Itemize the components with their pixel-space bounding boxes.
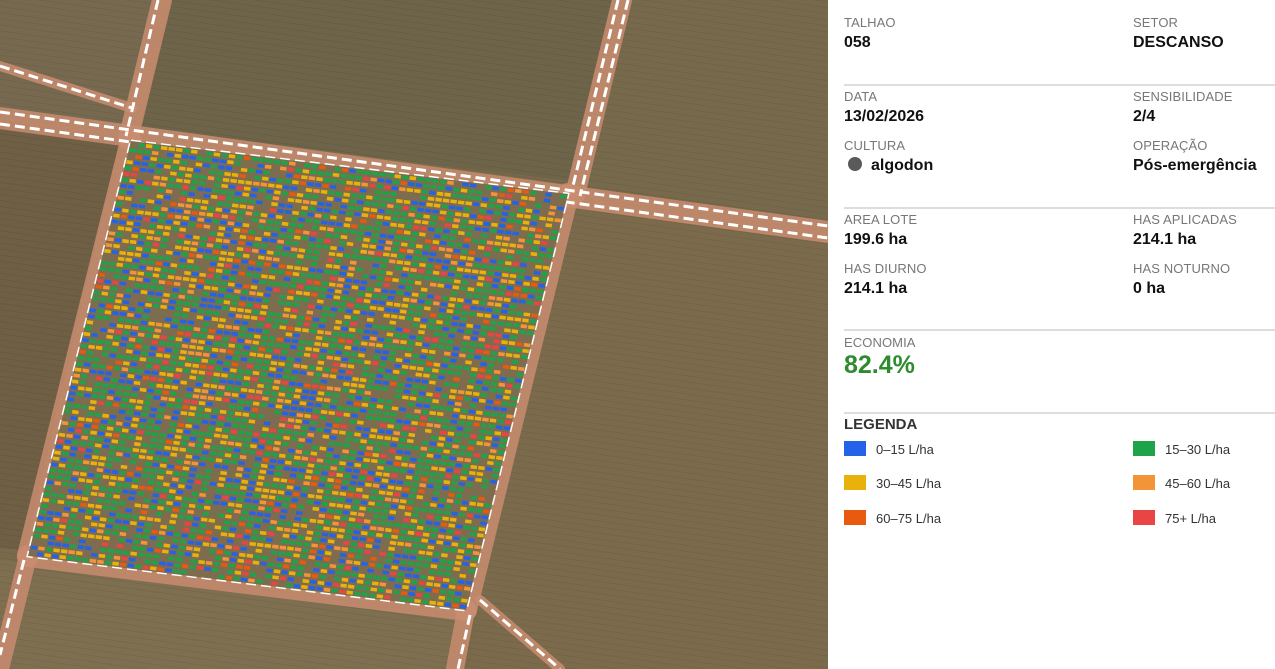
legend-swatch	[844, 475, 866, 490]
legend-swatch	[844, 510, 866, 525]
legend-swatch	[1133, 510, 1155, 525]
satellite-map[interactable]	[0, 0, 828, 669]
economia-label: ECONOMIA	[844, 335, 916, 350]
economia-section: ECONOMIA 82.4%	[844, 335, 1275, 381]
legend-item: 75+ L/ha	[1133, 510, 1216, 527]
legend-item: 0–15 L/ha	[844, 441, 934, 458]
has-noturno-value: 0 ha	[1133, 280, 1166, 297]
legend-item: 45–60 L/ha	[1133, 475, 1230, 492]
operacao-label: OPERAÇÃO	[1133, 138, 1208, 153]
legend-item: 60–75 L/ha	[844, 510, 941, 527]
sensibilidade-field: SENSIBILIDADE 2/4	[1133, 89, 1233, 127]
has-noturno-field: HAS NOTURNO 0 ha	[1133, 261, 1230, 299]
operacao-value: Pós-emergência	[1133, 157, 1257, 174]
has-aplicadas-value: 214.1 ha	[1133, 231, 1197, 248]
legend-label: 0–15 L/ha	[876, 442, 934, 457]
cultura-field: CULTURA algodon	[844, 138, 933, 176]
has-diurno-label: HAS DIURNO	[844, 261, 927, 276]
row-data-sensibilidade: DATA 13/02/2026 SENSIBILIDADE 2/4	[844, 89, 1275, 137]
divider	[844, 84, 1275, 86]
divider	[844, 207, 1275, 209]
legend-label: 15–30 L/ha	[1165, 442, 1231, 457]
has-noturno-label: HAS NOTURNO	[1133, 261, 1231, 276]
has-aplicadas-field: HAS APLICADAS 214.1 ha	[1133, 212, 1237, 250]
talhao-field: TALHAO 058	[844, 15, 896, 53]
divider	[844, 329, 1275, 331]
legend-label: 60–75 L/ha	[876, 511, 942, 526]
economia-value: 82.4%	[844, 351, 915, 379]
legend-item: 30–45 L/ha	[844, 475, 941, 492]
legend-label: 30–45 L/ha	[876, 476, 942, 491]
setor-value: DESCANSO	[1133, 34, 1224, 51]
cultura-label: CULTURA	[844, 138, 906, 153]
cultura-value-wrap: algodon	[844, 156, 933, 176]
legend-swatch	[1133, 441, 1155, 456]
area-lote-field: AREA LOTE 199.6 ha	[844, 212, 917, 250]
divider	[844, 412, 1275, 414]
legend-swatch	[1133, 475, 1155, 490]
area-lote-label: AREA LOTE	[844, 212, 918, 227]
has-diurno-value: 214.1 ha	[844, 280, 908, 297]
crop-color-dot-icon	[848, 157, 862, 171]
row-area-aplicadas: AREA LOTE 199.6 ha HAS APLICADAS 214.1 h…	[844, 212, 1275, 260]
operacao-field: OPERAÇÃO Pós-emergência	[1133, 138, 1257, 176]
legend-label: 75+ L/ha	[1165, 511, 1216, 526]
talhao-label: TALHAO	[844, 15, 896, 30]
data-field: DATA 13/02/2026	[844, 89, 924, 127]
data-value: 13/02/2026	[844, 108, 925, 125]
has-diurno-field: HAS DIURNO 214.1 ha	[844, 261, 927, 299]
cultura-value: algodon	[871, 157, 934, 174]
economia-field: ECONOMIA 82.4%	[844, 335, 916, 379]
area-lote-value: 199.6 ha	[844, 231, 908, 248]
legend-item: 15–30 L/ha	[1133, 441, 1230, 458]
data-label: DATA	[844, 89, 878, 104]
row-diurno-noturno: HAS DIURNO 214.1 ha HAS NOTURNO 0 ha	[844, 261, 1275, 309]
legend-section: LEGENDA 0–15 L/ha 15–30 L/ha 30–45 L/ha …	[844, 416, 1275, 546]
sensibilidade-value: 2/4	[1133, 108, 1156, 125]
map-canvas[interactable]	[0, 0, 828, 669]
setor-label: SETOR	[1133, 15, 1179, 30]
row-talhao-setor: TALHAO 058 SETOR DESCANSO	[844, 15, 1275, 63]
legend-swatch	[844, 441, 866, 456]
talhao-value: 058	[844, 34, 871, 51]
has-aplicadas-label: HAS APLICADAS	[1133, 212, 1237, 227]
row-cultura-operacao: CULTURA algodon OPERAÇÃO Pós-emergência	[844, 138, 1275, 186]
setor-field: SETOR DESCANSO	[1133, 15, 1224, 53]
legend-title: LEGENDA	[844, 416, 918, 433]
legend-label: 45–60 L/ha	[1165, 476, 1231, 491]
sensibilidade-label: SENSIBILIDADE	[1133, 89, 1233, 104]
info-panel: TALHAO 058 SETOR DESCANSO DATA 13/02/202…	[828, 0, 1275, 669]
